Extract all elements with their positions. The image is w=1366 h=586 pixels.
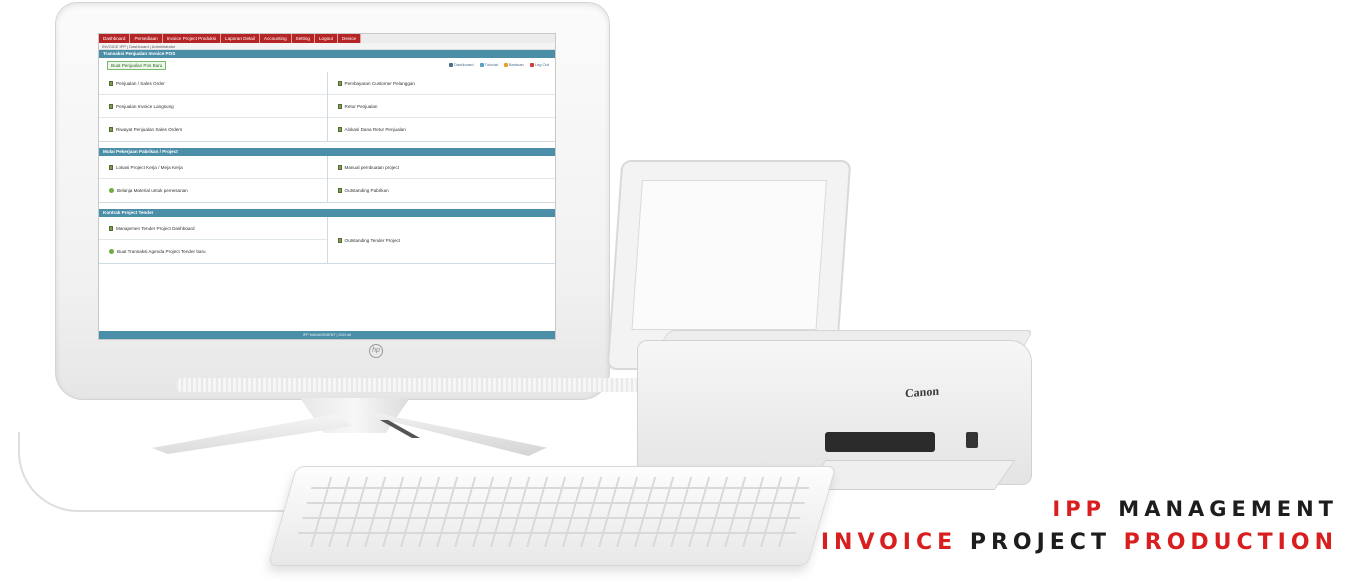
right-column: Pembayaran Customer Pelanggan Retur Penj… — [326, 72, 556, 141]
top-nav: Dashboard Persediaan Invoice Project Pro… — [99, 34, 555, 43]
menu-item[interactable]: Alokasi Dana Retur Penjualan — [328, 118, 556, 141]
tab-invoice-project[interactable]: Invoice Project Produksi — [162, 34, 222, 43]
tutorial-icon — [479, 62, 484, 67]
help-link[interactable]: Bantuan — [503, 62, 524, 67]
document-icon — [109, 127, 113, 132]
add-icon — [109, 249, 114, 254]
left-column: Lokasi Project Kerja / Meja Kerja Belanj… — [99, 156, 327, 202]
tab-accounting[interactable]: Accounting — [259, 34, 292, 43]
menu-item[interactable]: Pembayaran Customer Pelanggan — [327, 72, 555, 95]
brand-invoice: INVOICE — [820, 530, 958, 555]
dashboard-link[interactable]: Dashboard — [449, 62, 474, 67]
app-screen: Dashboard Persediaan Invoice Project Pro… — [98, 33, 556, 340]
menu-item[interactable]: Manual pembuatan project — [327, 156, 555, 179]
section-title-pos: Transaksi Penjualan Invoice POS — [99, 50, 555, 58]
paper-tray — [804, 460, 1016, 490]
menu-item-label: Manual pembuatan project — [344, 164, 399, 170]
menu-item-label: Alokasi Dana Retur Penjualan — [344, 127, 406, 132]
tab-laporan[interactable]: Laporan Detail — [221, 34, 260, 43]
header-actions: Dashboard Tutorial Bantuan Log Out — [449, 62, 549, 67]
section-grid-project: Lokasi Project Kerja / Meja Kerja Belanj… — [99, 156, 555, 203]
menu-item-label: Manajemen Tender Project Dashboard — [116, 225, 195, 231]
menu-item[interactable]: Manajemen Tender Project Dashboard — [99, 217, 327, 240]
tab-device[interactable]: Device — [338, 34, 362, 43]
right-column: Outstanding Tender Project — [326, 217, 556, 263]
menu-item-label: Lokasi Project Kerja / Meja Kerja — [116, 164, 183, 170]
tab-logout[interactable]: Logout — [314, 34, 339, 43]
keyboard — [267, 466, 837, 566]
menu-item-label: Retur Penjualan — [344, 103, 378, 109]
left-column: Penjualan / Sales Order Penjualan Invoic… — [99, 72, 327, 141]
screen-footer: IPP MANAGEMENT | 2023 all — [99, 331, 555, 339]
brand-management: MANAGEMENT — [1118, 497, 1338, 521]
menu-item-label: Pembayaran Customer Pelanggan — [344, 80, 415, 86]
menu-item[interactable]: Riwayat Penjualan Sales Orders — [99, 118, 327, 141]
menu-item-label: Buat Transaksi Agenda Project Tender bar… — [117, 249, 206, 254]
menu-item-label: Belanja Material untuk pemesanan — [117, 188, 188, 193]
tab-persediaan[interactable]: Persediaan — [130, 34, 163, 43]
brand-project: PROJECT — [969, 530, 1111, 555]
printer-power-button — [966, 432, 978, 448]
document-icon — [109, 103, 113, 109]
menu-item[interactable]: Penjualan / Sales Order — [99, 72, 327, 95]
menu-item[interactable]: Buat Transaksi Agenda Project Tender bar… — [99, 240, 327, 263]
tab-dashboard[interactable]: Dashboard — [99, 34, 131, 43]
document-icon — [337, 80, 342, 86]
section-toolbar: Buat Penjualan Pos Baru Dashboard Tutori… — [99, 58, 555, 72]
right-column: Manual pembuatan project Outstanding Pab… — [326, 156, 556, 202]
menu-item-label: Outstanding Pabrikan — [344, 188, 389, 193]
menu-item-label: Outstanding Tender Project — [344, 237, 401, 243]
keyboard-keys — [294, 477, 813, 547]
logout-label: Log Out — [534, 62, 549, 67]
hp-logo-icon: hp — [369, 344, 383, 358]
logout-link[interactable]: Log Out — [529, 62, 549, 67]
brand-line-2: INVOICE PROJECT PRODUCTION — [821, 530, 1338, 555]
menu-item[interactable]: Outstanding Pabrikan — [328, 179, 556, 202]
document-icon — [109, 80, 113, 86]
document-icon — [337, 237, 342, 243]
brand-production: PRODUCTION — [1123, 530, 1338, 555]
add-icon — [109, 188, 114, 193]
help-label: Bantuan — [508, 62, 524, 67]
menu-item[interactable]: Lokasi Project Kerja / Meja Kerja — [99, 156, 327, 179]
menu-item-label: Penjualan Invoice Langsung — [116, 103, 174, 109]
brand-accent: IPP — [1052, 497, 1106, 521]
document-icon — [337, 188, 342, 193]
document-icon — [337, 103, 342, 109]
document-icon — [109, 164, 113, 170]
brand-line-1: IPP MANAGEMENT — [1052, 497, 1338, 521]
tab-setting[interactable]: Setting — [291, 34, 315, 43]
tutorial-link[interactable]: Tutorial — [479, 62, 498, 67]
speaker-grille — [176, 378, 646, 392]
paper-output-slot — [825, 432, 935, 452]
menu-item-label: Riwayat Penjualan Sales Orders — [116, 127, 183, 132]
document-icon — [337, 127, 342, 132]
menu-item-label: Penjualan / Sales Order — [116, 80, 165, 86]
printer-brand: Canon — [905, 383, 940, 401]
dashboard-icon — [449, 62, 454, 67]
section-grid-pos: Penjualan / Sales Order Penjualan Invoic… — [99, 72, 555, 142]
document-icon — [337, 164, 342, 170]
tutorial-label: Tutorial — [484, 62, 498, 67]
help-icon — [503, 62, 508, 67]
dashboard-label: Dashboard — [454, 62, 474, 67]
document-icon — [109, 225, 113, 231]
left-column: Manajemen Tender Project Dashboard Buat … — [99, 217, 327, 263]
scanner-lid-inner — [631, 180, 827, 330]
new-pos-sale-button[interactable]: Buat Penjualan Pos Baru — [107, 61, 167, 70]
section-title-tender: Kontrak Project Tender — [99, 209, 555, 217]
menu-item[interactable]: Belanja Material untuk pemesanan — [99, 179, 327, 202]
menu-item[interactable]: Penjualan Invoice Langsung — [99, 95, 327, 118]
menu-item[interactable]: Retur Penjualan — [327, 95, 555, 118]
logout-icon — [529, 62, 534, 67]
breadcrumb: INVOICE IPP | Dashboard | Administrator — [99, 43, 555, 50]
section-title-project: Mulai Pekerjaan Pabrikan / Project — [99, 148, 555, 156]
section-grid-tender: Manajemen Tender Project Dashboard Buat … — [99, 217, 555, 264]
menu-item[interactable]: Outstanding Tender Project — [328, 217, 556, 263]
